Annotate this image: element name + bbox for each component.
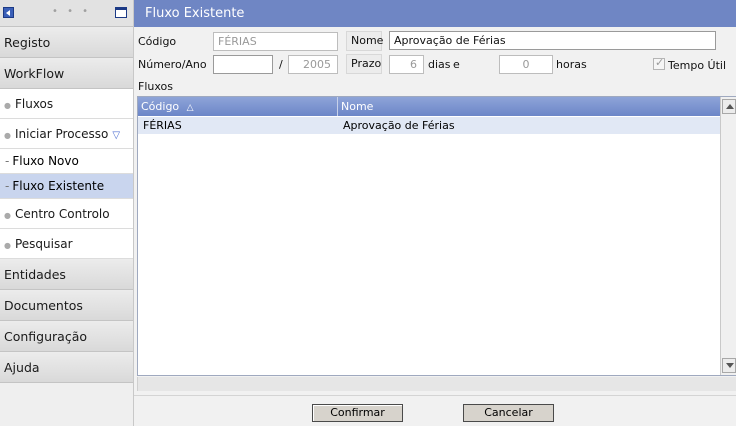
scroll-down-icon[interactable] <box>722 358 736 373</box>
bullet-icon: ● <box>4 101 11 110</box>
prazo-horas-field[interactable]: 0 <box>499 55 553 74</box>
table-row[interactable]: FÉRIAS Aprovação de Férias <box>138 117 721 134</box>
drag-handle-icon[interactable]: • • • <box>52 6 91 17</box>
dash-icon: - <box>5 154 10 168</box>
prazo-dias-field[interactable]: 6 <box>389 55 424 74</box>
sidebar-category-configuracao[interactable]: Configuração <box>0 321 133 352</box>
slash-separator: / <box>279 58 283 71</box>
horizontal-scrollbar[interactable] <box>137 377 736 391</box>
column-header-codigo[interactable]: Código △ <box>138 97 338 116</box>
numero-ano-label: Número/Ano <box>138 58 207 71</box>
scroll-up-icon[interactable] <box>722 99 736 114</box>
sidebar-category-entidades[interactable]: Entidades <box>0 259 133 290</box>
fluxos-label: Fluxos <box>138 80 173 93</box>
collapse-sidebar-icon[interactable] <box>3 7 14 18</box>
e-label: e <box>453 58 460 71</box>
dash-icon: - <box>5 179 10 193</box>
grid-header: Código △ Nome <box>138 97 721 116</box>
sidebar-item-label: Fluxos <box>14 97 54 111</box>
sidebar-item-label: Pesquisar <box>14 237 73 251</box>
dias-label: dias <box>428 58 451 71</box>
footer-bar: Confirmar Cancelar <box>134 395 736 426</box>
sidebar-item-centro-controlo[interactable]: ● Centro Controlo <box>0 199 133 229</box>
fluxos-grid: Código △ Nome FÉRIAS Aprovação de Férias <box>137 96 736 376</box>
nome-label: Nome <box>346 31 383 51</box>
codigo-field[interactable]: FÉRIAS <box>213 32 338 51</box>
sidebar-header: • • • <box>0 0 133 27</box>
cell-codigo: FÉRIAS <box>143 119 182 132</box>
sidebar-item-iniciar-processo[interactable]: ● Iniciar Processo ▽ <box>0 119 133 149</box>
sidebar-category-ajuda[interactable]: Ajuda <box>0 352 133 383</box>
sidebar-category-documentos[interactable]: Documentos <box>0 290 133 321</box>
confirm-button[interactable]: Confirmar <box>312 404 403 422</box>
column-header-nome[interactable]: Nome <box>338 97 721 116</box>
horas-label: horas <box>556 58 587 71</box>
column-header-label: Código <box>141 100 180 113</box>
sidebar-subitem-label: Fluxo Existente <box>12 179 105 193</box>
sidebar-subitem-fluxo-existente[interactable]: - Fluxo Existente <box>0 174 133 199</box>
numero-field[interactable] <box>213 55 273 74</box>
ano-field[interactable]: 2005 <box>288 55 338 74</box>
sidebar-item-label: Iniciar Processo <box>14 127 109 141</box>
nome-field[interactable]: Aprovação de Férias <box>389 31 716 50</box>
cancel-button[interactable]: Cancelar <box>463 404 554 422</box>
sidebar-item-label: Centro Controlo <box>14 207 110 221</box>
bullet-icon: ● <box>4 241 11 250</box>
bullet-icon: ● <box>4 211 11 220</box>
sidebar-item-pesquisar[interactable]: ● Pesquisar <box>0 229 133 259</box>
prazo-label: Prazo <box>346 54 382 74</box>
tempo-util-checkbox[interactable] <box>653 56 665 70</box>
main-panel: Fluxo Existente Código FÉRIAS Nome Aprov… <box>134 0 736 426</box>
sort-ascending-icon: △ <box>186 103 194 113</box>
bullet-icon: ● <box>4 131 11 140</box>
expand-triangle-icon[interactable]: ▽ <box>112 130 120 141</box>
column-header-label: Nome <box>341 100 374 113</box>
tempo-util-label: Tempo Útil <box>668 59 727 72</box>
cell-nome: Aprovação de Férias <box>343 119 455 132</box>
vertical-scrollbar[interactable] <box>720 97 736 375</box>
sidebar: • • • Registo WorkFlow ● Fluxos ● Iniciar … <box>0 0 134 426</box>
sidebar-category-workflow[interactable]: WorkFlow <box>0 58 133 89</box>
app-window: • • • Registo WorkFlow ● Fluxos ● Iniciar … <box>0 0 736 426</box>
sidebar-subitem-fluxo-novo[interactable]: - Fluxo Novo <box>0 149 133 174</box>
sidebar-item-fluxos[interactable]: ● Fluxos <box>0 89 133 119</box>
page-title: Fluxo Existente <box>134 0 736 27</box>
codigo-label: Código <box>138 35 177 48</box>
maximize-icon[interactable] <box>115 7 127 18</box>
sidebar-category-registo[interactable]: Registo <box>0 27 133 58</box>
sidebar-subitem-label: Fluxo Novo <box>12 154 79 168</box>
